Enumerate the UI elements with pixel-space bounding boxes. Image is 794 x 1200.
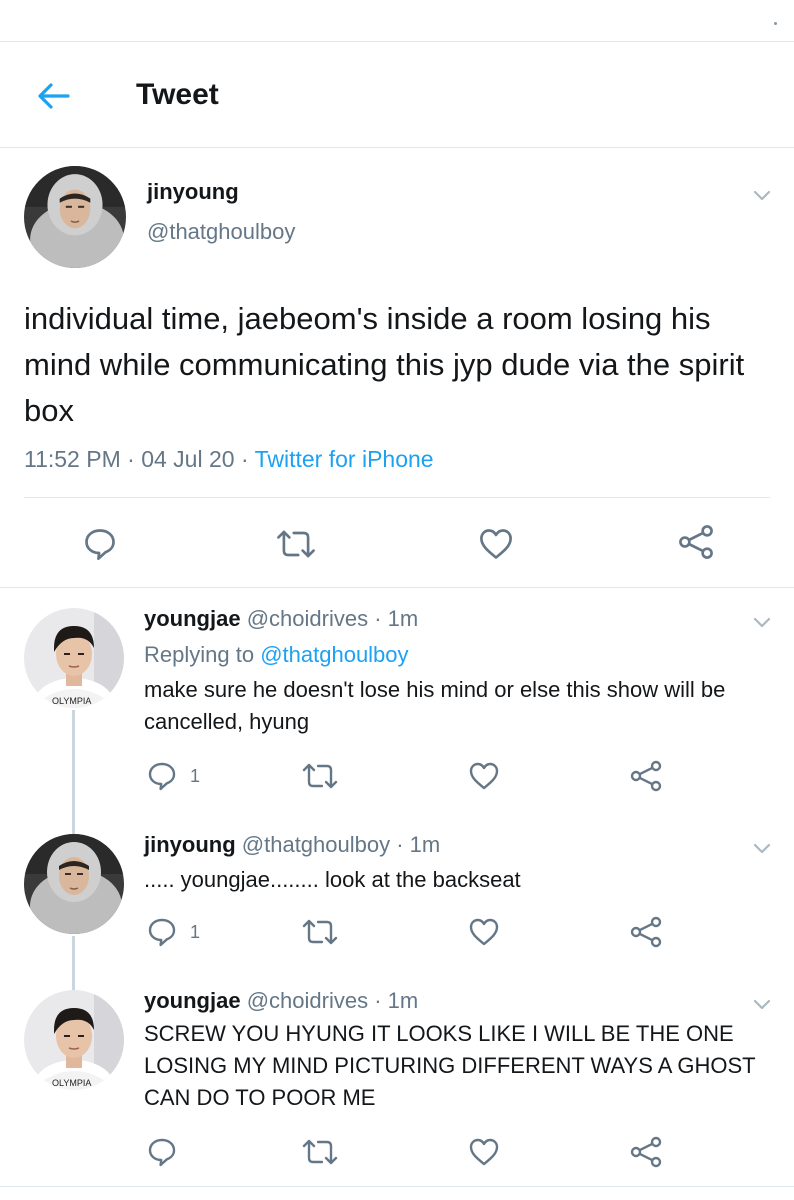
speech-bubble-icon [146,760,178,792]
divider [0,587,794,588]
speech-bubble-icon [146,916,178,948]
like-button[interactable] [468,916,500,948]
reply-header: jinyoung @thatghoulboy · 1m [144,832,440,858]
share-button[interactable] [628,1136,664,1168]
author-name[interactable]: youngjae [144,606,241,631]
meta-separator: · [240,446,249,472]
more-options-button[interactable] [750,992,774,1016]
replying-to: Replying to @thatghoulboy [144,642,409,668]
chevron-down-icon [750,992,774,1016]
tweet-age: · 1m [374,606,419,631]
reply-count: 1 [190,921,201,942]
heart-icon [478,526,514,562]
like-button[interactable] [468,760,500,792]
replying-prefix: Replying to [144,642,255,667]
retweet-button[interactable] [300,916,340,948]
reply-button[interactable]: 1 [146,916,200,948]
avatar[interactable] [24,608,124,708]
heart-icon [468,1136,500,1168]
retweet-button[interactable] [300,1136,340,1168]
mention-link[interactable]: @thatghoulboy [260,642,408,667]
retweet-icon [300,760,340,792]
bottom-divider [0,1186,794,1187]
share-button[interactable] [628,760,664,792]
speech-bubble-icon [146,1136,178,1168]
more-options-button[interactable] [750,610,774,634]
meta-separator: · [127,446,135,472]
author-name[interactable]: youngjae [144,988,241,1013]
tweet-age: · 1m [396,832,441,857]
tweet-meta: 11:52 PM · 04 Jul 20 · Twitter for iPhon… [24,446,434,473]
tweet-age: · 1m [374,988,419,1013]
chevron-down-icon [750,183,774,207]
heart-icon [468,760,500,792]
retweet-icon [300,916,340,948]
heart-icon [468,916,500,948]
share-button[interactable] [676,524,716,560]
share-icon [628,916,664,948]
retweet-icon [274,526,318,562]
share-icon [628,760,664,792]
author-handle[interactable]: @thatghoulboy [147,219,295,245]
speech-bubble-icon [82,526,118,562]
reply-text: ..... youngjae........ look at the backs… [144,867,521,892]
reply-header: youngjae @choidrives · 1m [144,606,418,632]
like-button[interactable] [468,1136,500,1168]
tweet-time: 11:52 PM [24,446,121,472]
divider [24,497,770,498]
chevron-down-icon [750,836,774,860]
reply-text: SCREW YOU HYUNG IT LOOKS LIKE I WILL BE … [144,1021,756,1110]
page-title: Tweet [136,78,219,111]
share-icon [628,1136,664,1168]
back-button[interactable] [34,80,74,112]
retweet-button[interactable] [274,526,318,562]
thread-line [72,936,75,990]
tweet-date: 04 Jul 20 [141,446,235,472]
reply-button[interactable] [146,1136,178,1168]
author-handle[interactable]: @thatghoulboy [242,832,390,857]
tweet-text: individual time, jaebeom's inside a room… [24,301,745,428]
reply-text: make sure he doesn't lose his mind or el… [144,677,726,734]
author-name[interactable]: jinyoung [147,179,239,205]
reply-button[interactable]: 1 [146,760,200,792]
reply-count: 1 [190,765,201,786]
chevron-down-icon [750,610,774,634]
share-icon [676,524,716,560]
avatar[interactable] [24,834,124,934]
share-button[interactable] [628,916,664,948]
tweet-header: Tweet [0,42,794,148]
author-name[interactable]: jinyoung [144,832,236,857]
more-options-button[interactable] [750,836,774,860]
retweet-button[interactable] [300,760,340,792]
tweet-source[interactable]: Twitter for iPhone [255,446,434,472]
author-handle[interactable]: @choidrives [247,606,368,631]
status-dot [774,22,777,25]
avatar[interactable] [24,990,124,1090]
arrow-left-icon [38,83,70,109]
retweet-icon [300,1136,340,1168]
more-options-button[interactable] [750,183,774,207]
reply-button[interactable] [82,526,118,562]
avatar[interactable] [24,166,126,268]
like-button[interactable] [478,526,514,562]
author-handle[interactable]: @choidrives [247,988,368,1013]
reply-header: youngjae @choidrives · 1m [144,988,418,1014]
thread-line [72,710,75,834]
